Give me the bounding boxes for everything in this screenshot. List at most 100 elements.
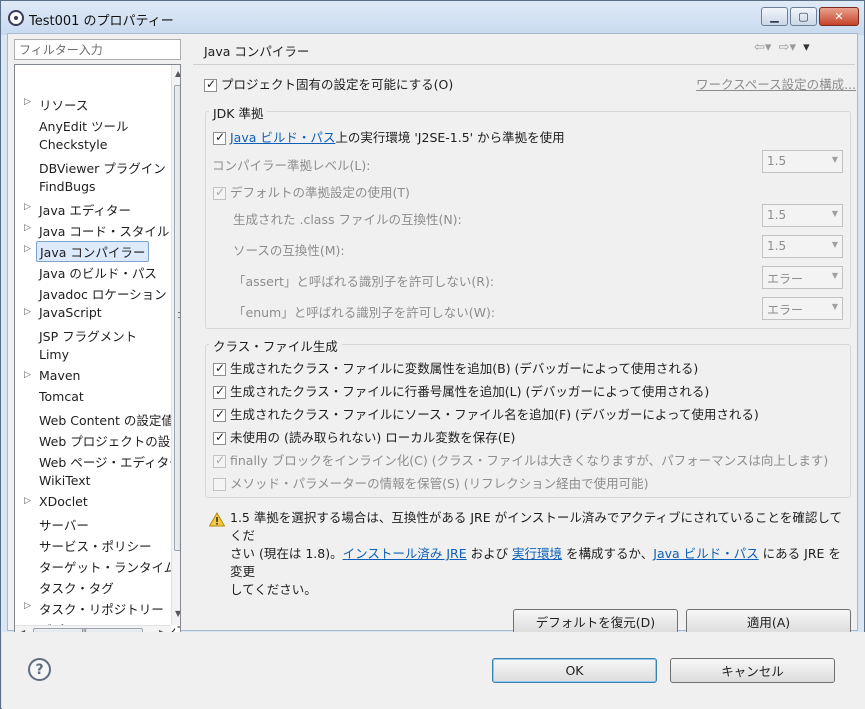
- help-icon[interactable]: ?: [28, 658, 51, 681]
- checkbox-icon[interactable]: [213, 185, 226, 200]
- scroll-up-icon[interactable]: ▲: [175, 69, 180, 78]
- tree-item[interactable]: Java のビルド・パス: [15, 261, 165, 281]
- filter-input[interactable]: [14, 39, 181, 60]
- tree-item[interactable]: ▷ Java コンパイラー: [15, 240, 165, 262]
- use-default-compliance-checkbox[interactable]: デフォルトの準拠設定の使用(T): [213, 182, 410, 201]
- expand-arrow-icon[interactable]: ▷: [24, 370, 34, 380]
- workspace-settings-link[interactable]: ワークスペース設定の構成...: [696, 74, 856, 93]
- tree-item[interactable]: サーバー: [15, 513, 165, 533]
- tree-item[interactable]: ▷ Java エディター: [15, 198, 165, 218]
- classfile-option-checkbox[interactable]: finally ブロックをインライン化(C) (クラス・ファイルは大きくなります…: [213, 450, 828, 469]
- tree-item[interactable]: サービス・ポリシー: [15, 534, 165, 554]
- view-menu-icon[interactable]: ▾: [803, 40, 810, 55]
- scroll-thumb[interactable]: [174, 85, 180, 551]
- warning-icon: [209, 512, 225, 527]
- expand-arrow-icon[interactable]: ▷: [24, 496, 34, 506]
- use-build-path-checkbox[interactable]: Java ビルド・パス上の実行環境 'J2SE-1.5' から準拠を使用: [213, 127, 565, 146]
- assert-id-label: 「assert」と呼ばれる識別子を許可しない(R):: [233, 274, 495, 289]
- enum-id-select[interactable]: エラー ▼: [762, 297, 843, 320]
- execution-env-link[interactable]: 実行環境: [512, 546, 562, 561]
- tree-item[interactable]: タスク・タグ: [15, 576, 165, 596]
- tree-item-label: タスク・リポジトリー: [39, 602, 164, 617]
- classfile-option-label: finally ブロックをインライン化(C) (クラス・ファイルは大きくなります…: [230, 453, 829, 468]
- classfile-option-checkbox[interactable]: メソッド・パラメーターの情報を保管(S) (リフレクション経由で使用可能): [213, 473, 649, 492]
- tree-item[interactable]: Limy: [15, 345, 165, 365]
- title-bar[interactable]: Test001 のプロパティー ▁ ▢ ✕: [1, 1, 864, 35]
- java-build-path-link[interactable]: Java ビルド・パス: [653, 546, 758, 561]
- tree-item-label: Web プロジェクトの設定: [39, 434, 181, 449]
- tree-item[interactable]: WikiText: [15, 471, 165, 491]
- tree-item[interactable]: Web ページ・エディター: [15, 450, 180, 470]
- classfile-option-checkbox[interactable]: 生成されたクラス・ファイルに行番号属性を追加(L) (デバッガーによって使用され…: [213, 381, 709, 400]
- tree-item[interactable]: Web プロジェクトの設定: [15, 429, 180, 449]
- expand-arrow-icon[interactable]: ▷: [24, 202, 34, 212]
- warning-text: さい (現在は 1.8)。: [230, 546, 343, 561]
- installed-jre-link[interactable]: インストール済み JRE: [343, 546, 467, 561]
- properties-dialog: Test001 のプロパティー ▁ ▢ ✕ ▷ リソース AnyEdit ツール Ch…: [0, 0, 865, 709]
- tree-item[interactable]: ▷ XDoclet: [15, 492, 165, 512]
- expand-arrow-icon[interactable]: ▷: [24, 223, 34, 233]
- tree-item[interactable]: ▷ Maven: [15, 366, 165, 386]
- tree-item[interactable]: ▷ タスク・リポジトリー: [15, 597, 165, 617]
- ok-button[interactable]: OK: [492, 658, 657, 683]
- tree-item[interactable]: ▷ Java コード・スタイル: [15, 219, 169, 239]
- tree-item-label: タスク・タグ: [39, 581, 114, 596]
- close-button[interactable]: ✕: [819, 7, 859, 26]
- scroll-down-icon[interactable]: ▼: [175, 609, 180, 618]
- checkbox-icon[interactable]: [213, 384, 226, 399]
- tree-item-label: リソース: [39, 98, 89, 113]
- class-compat-label: 生成された .class ファイルの互換性(N):: [233, 212, 462, 227]
- apply-button[interactable]: 適用(A): [686, 609, 851, 634]
- tree-item-label: AnyEdit ツール: [39, 119, 129, 134]
- tree-item[interactable]: ▷ リソース: [15, 93, 165, 113]
- checkbox-icon[interactable]: [204, 77, 217, 92]
- classfile-option-checkbox[interactable]: 生成されたクラス・ファイルにソース・ファイル名を追加(F) (デバッガーによって…: [213, 404, 759, 423]
- tree-item-label: Maven: [39, 368, 81, 383]
- source-compat-value: 1.5: [767, 239, 787, 253]
- tree-item[interactable]: JSP フラグメント: [15, 324, 165, 344]
- page-title: Java コンパイラー: [204, 44, 310, 59]
- compliance-level-select[interactable]: 1.5 ▼: [762, 150, 843, 173]
- tree-item[interactable]: Web Content の設定値: [15, 408, 174, 428]
- minimize-button[interactable]: ▁: [761, 7, 788, 26]
- classfile-option-checkbox[interactable]: 生成されたクラス・ファイルに変数属性を追加(B) (デバッガーによって使用される…: [213, 358, 698, 377]
- checkbox-icon[interactable]: [213, 361, 226, 376]
- compliance-warning: 1.5 準拠を選択する場合は、互換性がある JRE がインストール済みでアクティ…: [230, 509, 850, 599]
- tree-item-label: Java コンパイラー: [36, 241, 150, 262]
- tree-item[interactable]: ▷ JavaScript: [15, 303, 165, 323]
- tree-item-label: サーバー: [39, 518, 89, 533]
- assert-id-select[interactable]: エラー ▼: [762, 266, 843, 289]
- classfile-option-checkbox[interactable]: 未使用の (読み取られない) ローカル変数を保存(E): [213, 427, 515, 446]
- checkbox-icon[interactable]: [213, 407, 226, 422]
- tree-vertical-scrollbar[interactable]: ▲ ▼: [171, 65, 180, 625]
- tree-item[interactable]: Javadoc ロケーション: [15, 282, 167, 302]
- tree-item[interactable]: DBViewer プラグイン: [15, 156, 166, 176]
- expand-arrow-icon[interactable]: ▷: [24, 97, 34, 107]
- checkbox-icon[interactable]: [213, 453, 226, 468]
- project-specific-checkbox[interactable]: プロジェクト固有の設定を可能にする(O): [204, 74, 453, 93]
- checkbox-icon[interactable]: [213, 430, 226, 445]
- source-compat-select[interactable]: 1.5 ▼: [762, 235, 843, 258]
- tree-item[interactable]: FindBugs: [15, 177, 165, 197]
- tree-item-label: Web ページ・エディター: [39, 455, 181, 470]
- warning-text: を構成するか、: [562, 546, 654, 561]
- back-icon[interactable]: ⇦▾: [754, 40, 771, 55]
- expand-arrow-icon[interactable]: ▷: [24, 307, 34, 317]
- tree-item[interactable]: AnyEdit ツール: [15, 114, 165, 134]
- expand-arrow-icon[interactable]: ▷: [24, 601, 34, 611]
- checkbox-icon[interactable]: [213, 130, 226, 145]
- maximize-button[interactable]: ▢: [790, 7, 817, 26]
- checkbox-icon[interactable]: [213, 478, 226, 491]
- chevron-down-icon: ▼: [831, 155, 838, 164]
- cancel-button[interactable]: キャンセル: [670, 658, 835, 683]
- build-path-link[interactable]: Java ビルド・パス: [230, 130, 335, 145]
- tree-item-label: JavaScript: [39, 305, 102, 320]
- class-compat-value: 1.5: [767, 208, 787, 222]
- class-compat-select[interactable]: 1.5 ▼: [762, 204, 843, 227]
- tree-item[interactable]: Checkstyle: [15, 135, 165, 155]
- expand-arrow-icon[interactable]: ▷: [24, 244, 34, 254]
- restore-defaults-button[interactable]: デフォルトを復元(D): [513, 609, 678, 634]
- tree-item[interactable]: ターゲット・ランタイム: [15, 555, 176, 575]
- forward-icon[interactable]: ⇨▾: [779, 40, 796, 55]
- tree-item[interactable]: Tomcat: [15, 387, 165, 407]
